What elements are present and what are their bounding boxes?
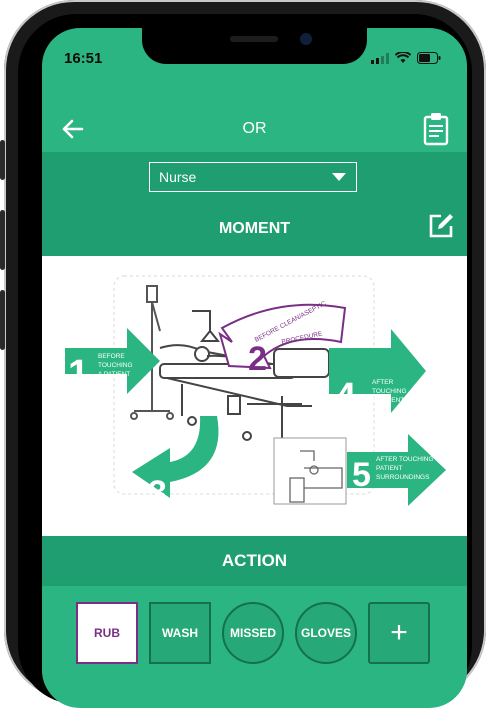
moment-3-arrow: 3 AFTER BODY FLUID EXPOSURE RISK (132, 416, 236, 512)
action-buttons: RUB WASH MISSED GLOVES + (42, 586, 467, 686)
signal-icon (371, 52, 389, 64)
rub-button[interactable]: RUB (76, 602, 138, 664)
moment-2-number: 2 (248, 340, 267, 378)
moment-1-arrow: 1 BEFORE TOUCHING A PATIENT (65, 328, 160, 395)
moment-title: MOMENT (218, 220, 291, 237)
patient-surroundings-box (273, 437, 347, 505)
chevron-down-icon (332, 173, 346, 181)
app-header: OR (42, 108, 467, 152)
notch (142, 28, 367, 64)
add-action-button[interactable]: + (368, 602, 430, 664)
gloves-button[interactable]: GLOVES (295, 602, 357, 664)
side-button (0, 290, 5, 350)
action-band: ACTION (42, 536, 467, 586)
moment-1-line-3: A PATIENT (98, 371, 130, 378)
moment-1-line-2: TOUCHING (98, 362, 133, 369)
moment-3-number: 3 (148, 474, 167, 512)
moment-1-line-1: BEFORE (98, 353, 125, 360)
moment-5-line-1: AFTER TOUCHING (376, 456, 434, 463)
moment-band: MOMENT (42, 202, 467, 256)
page-title: OR (242, 120, 267, 137)
five-moments-graphic: 1 BEFORE TOUCHING A PATIENT 2 BEFORE CLE… (65, 275, 446, 512)
role-select[interactable]: Nurse (149, 162, 357, 192)
role-select-value: Nurse (159, 169, 197, 185)
wifi-icon (395, 52, 411, 63)
role-band: Nurse (42, 152, 467, 202)
five-moments-illustration: 1 BEFORE TOUCHING A PATIENT 2 BEFORE CLE… (42, 256, 467, 536)
speaker (230, 36, 278, 42)
moment-5-number: 5 (352, 456, 371, 494)
camera (300, 33, 312, 45)
wash-button[interactable]: WASH (149, 602, 211, 664)
moment-4-number: 4 (335, 376, 356, 418)
app-screen: 16:51 OR Nurse MOMENT 1 BEFORE TOUCHING … (42, 28, 467, 708)
moment-5-line-3: SURROUNDINGS (376, 474, 430, 481)
moment-4-arrow: 4 AFTER TOUCHING A PATIENT (329, 329, 426, 418)
moment-5-line-2: PATIENT (376, 465, 403, 472)
moment-4-line-2: TOUCHING (372, 388, 407, 395)
battery-icon (417, 52, 441, 64)
clipboard-icon[interactable] (423, 112, 449, 146)
side-button (0, 210, 5, 270)
status-time: 16:51 (64, 50, 103, 67)
moment-5-arrow: 5 AFTER TOUCHING PATIENT SURROUNDINGS (347, 434, 446, 506)
edit-icon[interactable] (427, 212, 455, 240)
moment-4-line-3: A PATIENT (372, 397, 404, 404)
moment-4-line-1: AFTER (372, 379, 394, 386)
side-button (0, 140, 5, 180)
status-icons (371, 52, 441, 64)
moment-1-number: 1 (68, 353, 89, 395)
action-title: ACTION (221, 551, 288, 570)
missed-button[interactable]: MISSED (222, 602, 284, 664)
